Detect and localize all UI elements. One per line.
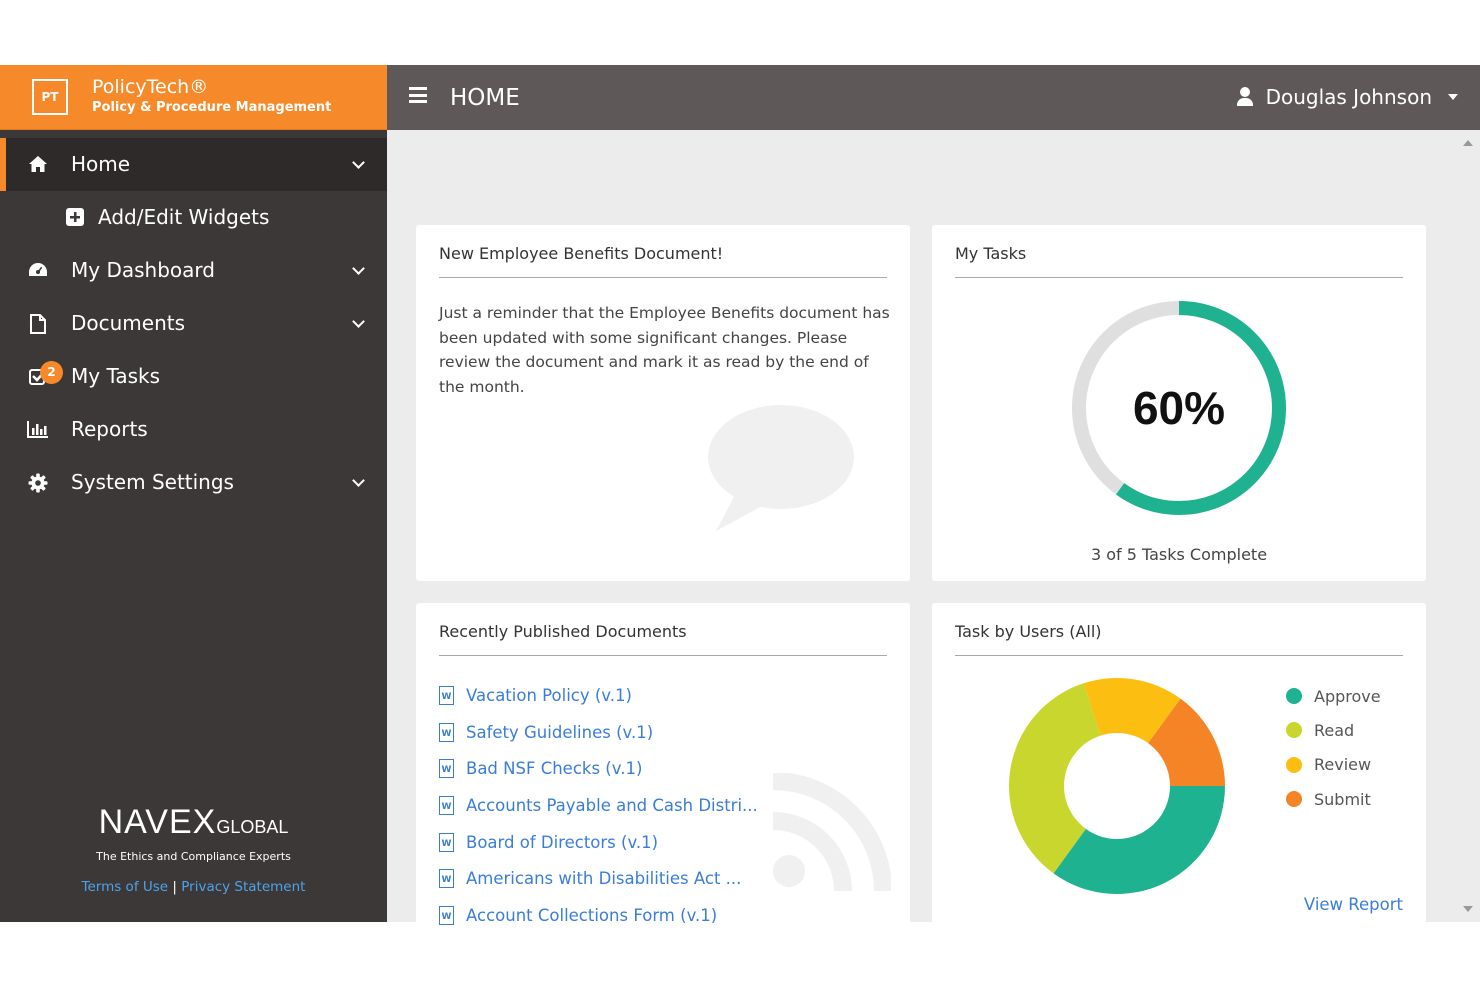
user-icon: [1236, 86, 1254, 108]
word-document-icon: W: [439, 795, 454, 815]
chevron-down-icon[interactable]: [352, 262, 365, 275]
document-link[interactable]: W Account Collections Form (v.1): [439, 897, 769, 934]
legend-swatch: [1286, 722, 1302, 739]
plus-square-icon: [64, 208, 86, 230]
page-title: HOME: [450, 85, 520, 111]
sidebar-item-system-settings[interactable]: System Settings: [0, 456, 387, 509]
view-report-link[interactable]: View Report: [1304, 895, 1403, 914]
divider: [439, 277, 887, 278]
word-document-icon: W: [439, 685, 454, 705]
sidebar-item-label: My Tasks: [71, 364, 161, 388]
word-document-icon: W: [439, 722, 454, 742]
caret-down-icon: [1448, 94, 1458, 100]
sidebar-item-my-tasks[interactable]: 2 My Tasks: [0, 350, 387, 403]
legend-item-approve[interactable]: Approve: [1286, 679, 1381, 713]
sidebar-item-label: Home: [71, 152, 131, 176]
tasks-progress-ring: 60%: [1072, 301, 1286, 515]
legend-item-submit[interactable]: Submit: [1286, 782, 1381, 816]
terms-of-use-link[interactable]: Terms of Use: [82, 879, 169, 895]
legend-swatch: [1286, 791, 1302, 808]
task-by-users-widget: Task by Users (All) Approve Read Review Sub…: [932, 603, 1426, 959]
widget-title: My Tasks: [955, 244, 1027, 263]
brand-title: PolicyTech®: [92, 76, 209, 98]
scroll-up-arrow-icon[interactable]: [1463, 140, 1473, 146]
recent-documents-widget: Recently Published Documents W Vacation P…: [416, 603, 910, 959]
word-document-icon: W: [439, 759, 454, 779]
sidebar-item-home[interactable]: Home: [0, 138, 387, 191]
sidebar-item-reports[interactable]: Reports: [0, 403, 387, 456]
home-icon: [27, 155, 49, 177]
document-link[interactable]: W Vacation Policy (v.1): [439, 677, 769, 714]
navex-logo: NAVEXGLOBAL: [98, 803, 289, 841]
word-document-icon: W: [439, 905, 454, 925]
footer-separator: |: [172, 879, 177, 895]
legend-swatch: [1286, 756, 1302, 773]
sidebar: Home Add/Edit Widgets My Dashboard Docum…: [0, 130, 387, 922]
user-menu[interactable]: Douglas Johnson: [1236, 84, 1458, 110]
chart-legend: Approve Read Review Submit: [1286, 679, 1381, 816]
task-count-badge: 2: [40, 361, 63, 384]
divider: [955, 277, 1403, 278]
hamburger-menu-icon[interactable]: [409, 87, 427, 103]
tasks-percent-label: 60%: [1133, 382, 1225, 434]
chevron-down-icon[interactable]: [352, 474, 365, 487]
sidebar-item-documents[interactable]: Documents: [0, 297, 387, 350]
legend-label: Read: [1314, 720, 1355, 740]
document-link[interactable]: W Accounts Payable and Cash Distri...: [439, 787, 769, 824]
sidebar-item-label: System Settings: [71, 470, 234, 494]
brand-subtitle: Policy & Procedure Management: [92, 100, 332, 115]
legend-label: Submit: [1314, 789, 1371, 809]
user-name: Douglas Johnson: [1265, 85, 1432, 109]
scroll-down-arrow-icon[interactable]: [1463, 906, 1473, 912]
chevron-down-icon[interactable]: [352, 156, 365, 169]
document-link[interactable]: W Board of Directors (v.1): [439, 824, 769, 861]
app-window: PT PolicyTech® Policy & Procedure Manage…: [0, 65, 1480, 959]
navex-logo-block: NAVEXGLOBAL The Ethics and Compliance Ex…: [0, 802, 387, 863]
announcement-widget: New Employee Benefits Document! Just a r…: [416, 225, 910, 581]
word-document-icon: W: [439, 869, 454, 889]
brand-header[interactable]: PT PolicyTech® Policy & Procedure Manage…: [0, 65, 387, 130]
legend-item-review[interactable]: Review: [1286, 748, 1381, 782]
sidebar-item-label: My Dashboard: [71, 258, 215, 282]
widget-title: Recently Published Documents: [439, 622, 687, 641]
widget-title: New Employee Benefits Document!: [439, 244, 724, 263]
dashboard-icon: [27, 261, 49, 283]
rss-feed-icon: [772, 773, 891, 892]
tasks-caption: 3 of 5 Tasks Complete: [1090, 545, 1268, 564]
my-tasks-widget: My Tasks 60% 3 of 5 Tasks Complete: [932, 225, 1426, 581]
sidebar-item-label: Documents: [71, 311, 186, 335]
document-icon: [27, 314, 49, 336]
word-document-icon: W: [439, 832, 454, 852]
sidebar-item-my-dashboard[interactable]: My Dashboard: [0, 244, 387, 297]
speech-bubble-icon: [708, 405, 854, 531]
sidebar-item-label: Reports: [71, 417, 148, 441]
sidebar-item-label: Add/Edit Widgets: [98, 205, 270, 229]
brand-logo: PT: [32, 79, 68, 115]
donut-slice-approve[interactable]: [1053, 786, 1225, 894]
document-link[interactable]: W Bad NSF Checks (v.1): [439, 750, 769, 787]
legend-swatch: [1286, 688, 1302, 705]
document-link[interactable]: W Safety Guidelines (v.1): [439, 714, 769, 751]
legend-label: Approve: [1314, 686, 1381, 706]
announcement-body: Just a reminder that the Employee Benefi…: [439, 304, 890, 396]
gear-icon: [27, 473, 49, 495]
bar-chart-icon: [27, 420, 49, 442]
legend-label: Review: [1314, 755, 1372, 775]
document-link[interactable]: W Americans with Disabilities Act ...: [439, 860, 769, 897]
task-donut-chart: [1009, 678, 1225, 894]
privacy-statement-link[interactable]: Privacy Statement: [181, 879, 305, 895]
document-list: W Vacation Policy (v.1) W Safety Guideline…: [439, 677, 769, 934]
chevron-down-icon[interactable]: [352, 315, 365, 328]
widget-title: Task by Users (All): [955, 622, 1102, 641]
footer-links: Terms of Use | Privacy Statement: [0, 879, 387, 895]
navex-tagline: The Ethics and Compliance Experts: [96, 850, 291, 863]
legend-item-read[interactable]: Read: [1286, 713, 1381, 747]
top-bar: HOME Douglas Johnson: [387, 65, 1480, 130]
divider: [955, 655, 1403, 656]
main-content: New Employee Benefits Document! Just a r…: [387, 130, 1480, 959]
divider: [439, 655, 887, 656]
sidebar-item-add-edit-widgets[interactable]: Add/Edit Widgets: [0, 191, 387, 244]
